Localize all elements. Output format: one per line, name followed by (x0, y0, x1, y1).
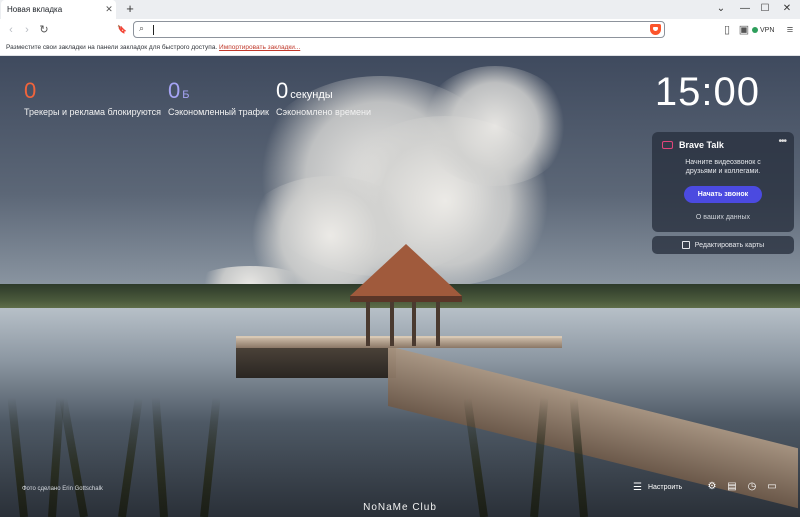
new-tab-page: 0 Трекеры и реклама блокируются 0Б Сэкон… (0, 56, 800, 517)
stat-value: 0 (168, 78, 181, 103)
bookmarks-prompt: Разместите свои закладки на панели закла… (6, 44, 218, 51)
import-bookmarks-link[interactable]: Импортировать закладки... (219, 44, 300, 51)
privacy-link[interactable]: О ваших данных (652, 214, 794, 221)
search-icon: ⌕ (139, 23, 145, 33)
photo-credit[interactable]: Фото сделано Erin Gottschalk (22, 486, 103, 492)
vpn-button[interactable]: VPN (752, 24, 774, 36)
brave-talk-icon[interactable]: ▭ (765, 480, 779, 494)
sliders-icon: ☰ (633, 482, 642, 493)
back-icon[interactable]: ‹ (3, 22, 19, 38)
vpn-label: VPN (760, 26, 775, 34)
stat-label: Сэкономлено времени (276, 107, 372, 117)
customize-label: Настроить (647, 484, 683, 491)
more-options-icon[interactable]: ••• (778, 136, 786, 147)
bookmarks-bar: Разместите свои закладки на панели закла… (0, 41, 800, 56)
wallet-icon[interactable]: ▣ (736, 22, 752, 38)
maximize-icon[interactable]: ☐ (756, 2, 774, 16)
tab-close-icon[interactable]: ✕ (102, 4, 116, 15)
stat-bandwidth-saved: 0Б Сэкономленный трафик (168, 78, 269, 117)
stat-unit: Б (182, 89, 190, 101)
text-caret (153, 25, 154, 35)
url-bar[interactable]: ⌕ (133, 21, 665, 38)
edit-cards-label: Редактировать карты (694, 241, 765, 249)
bookmarks-icon[interactable]: ▤ (725, 480, 739, 494)
brave-talk-title: Brave Talk (679, 140, 724, 150)
bookmark-icon[interactable]: 🔖 (114, 22, 130, 38)
tab-list-icon[interactable]: ⌄ (712, 2, 730, 16)
sidebar-icon[interactable]: ▯ (719, 22, 735, 38)
stat-value: 0 (24, 78, 37, 103)
edit-cards-icon (681, 241, 690, 249)
video-camera-icon (662, 141, 673, 149)
brave-talk-header: Brave Talk (662, 140, 724, 150)
stat-label: Сэкономленный трафик (168, 107, 269, 117)
tab-strip: Новая вкладка ✕ + ⌄ — ☐ ✕ (0, 0, 800, 19)
stat-time-saved: 0 секунды Сэкономлено времени (276, 78, 371, 117)
vpn-status-icon (752, 27, 758, 33)
watermark: NoNaMe Club (363, 502, 437, 513)
menu-icon[interactable]: ≡ (782, 22, 798, 38)
brave-talk-description: Начните видеозвонок с друзьями и коллега… (685, 159, 761, 175)
stat-trackers-blocked: 0 Трекеры и реклама блокируются (24, 78, 161, 117)
edit-cards-button[interactable]: Редактировать карты (652, 236, 794, 254)
stat-label: Трекеры и реклама блокируются (24, 107, 161, 117)
settings-icon[interactable]: ⚙ (705, 480, 719, 494)
brave-talk-card: Brave Talk ••• Начните видеозвонок с дру… (652, 132, 794, 232)
stat-unit: секунды (290, 89, 333, 101)
clock[interactable]: 15:00 (655, 70, 760, 115)
start-call-button[interactable]: Начать звонок (684, 186, 762, 203)
customize-button[interactable]: ☰ Настроить (633, 482, 682, 493)
new-tab-icon[interactable]: + (122, 1, 138, 17)
history-icon[interactable]: ◷ (745, 480, 759, 494)
close-window-icon[interactable]: ✕ (778, 2, 796, 16)
reload-icon[interactable]: ↻ (36, 22, 52, 38)
minimize-icon[interactable]: — (736, 2, 754, 16)
brave-shields-icon[interactable] (650, 24, 661, 35)
toolbar: ‹ › ↻ 🔖 ⌕ ▯ ▣ VPN ≡ (0, 19, 800, 41)
tab-title: Новая вкладка (7, 5, 63, 14)
stat-value: 0 (276, 78, 289, 103)
tab-new-tab[interactable]: Новая вкладка ✕ (1, 0, 116, 19)
forward-icon[interactable]: › (19, 22, 35, 38)
